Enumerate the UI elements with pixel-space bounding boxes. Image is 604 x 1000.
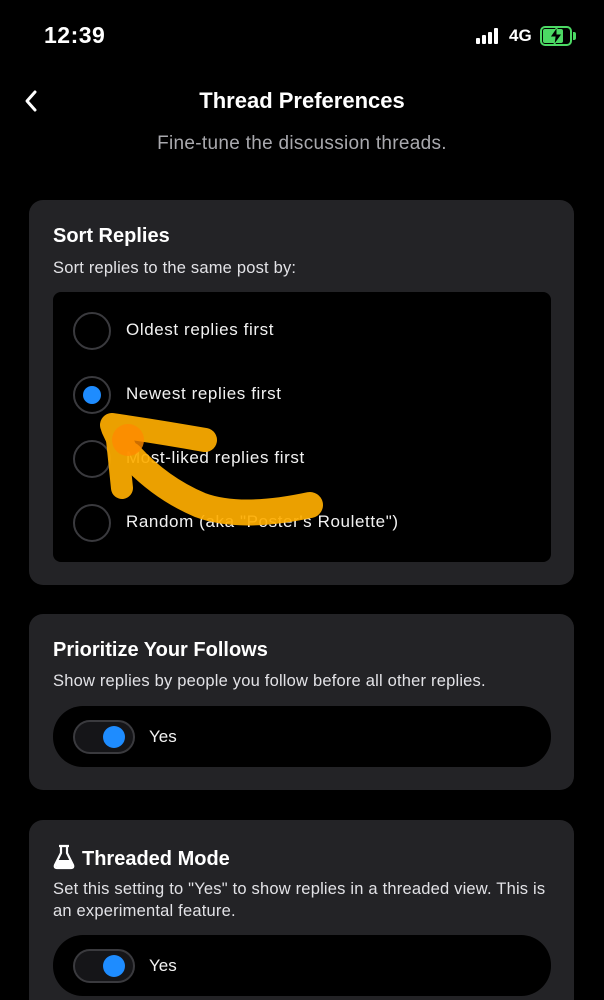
- threaded-mode-toggle[interactable]: [73, 949, 135, 983]
- prioritize-follows-title: Prioritize Your Follows: [53, 639, 268, 661]
- sort-options-list: Oldest replies first Newest replies firs…: [53, 292, 551, 562]
- toggle-label: Yes: [149, 727, 177, 746]
- sort-option-label: Random (aka "Poster's Roulette"): [126, 512, 399, 531]
- prioritize-follows-description: Show replies by people you follow before…: [53, 672, 486, 690]
- sort-option-label: Most-liked replies first: [126, 448, 305, 467]
- battery-charging-icon: [540, 26, 576, 46]
- prioritize-follows-toggle-row[interactable]: Yes: [53, 706, 551, 767]
- page-title: Thread Preferences: [199, 88, 405, 113]
- toggle-label: Yes: [149, 956, 177, 975]
- sort-replies-card: Sort Replies Sort replies to the same po…: [29, 200, 574, 585]
- prioritize-follows-toggle[interactable]: [73, 720, 135, 754]
- sort-option-oldest[interactable]: Oldest replies first: [53, 304, 551, 356]
- sort-option-random[interactable]: Random (aka "Poster's Roulette"): [53, 496, 551, 548]
- threaded-mode-title: Threaded Mode: [82, 848, 230, 870]
- radio-button[interactable]: [73, 440, 111, 478]
- threaded-mode-description: Set this setting to "Yes" to show replie…: [53, 880, 546, 920]
- status-time: 12:39: [44, 22, 106, 48]
- prioritize-follows-card: Prioritize Your Follows Show replies by …: [29, 614, 574, 790]
- threaded-mode-card: Threaded Mode Set this setting to "Yes" …: [29, 820, 574, 1000]
- sort-replies-description: Sort replies to the same post by:: [53, 259, 297, 277]
- flask-icon: [53, 844, 75, 870]
- radio-button[interactable]: [73, 376, 111, 414]
- status-bar: 12:39 4G: [0, 0, 604, 72]
- page-subtitle: Fine-tune the discussion threads.: [157, 133, 447, 154]
- thread-preferences-screen: 12:39 4G Thread Preferences Fine-tune th…: [0, 0, 604, 1000]
- network-type: 4G: [509, 26, 532, 45]
- sort-option-label: Newest replies first: [126, 384, 282, 403]
- radio-button[interactable]: [73, 504, 111, 542]
- cellular-signal-icon: [476, 28, 500, 44]
- threaded-mode-toggle-row[interactable]: Yes: [53, 935, 551, 996]
- sort-option-most-liked[interactable]: Most-liked replies first: [53, 432, 551, 484]
- sort-option-label: Oldest replies first: [126, 320, 275, 339]
- sort-option-newest[interactable]: Newest replies first: [53, 368, 551, 420]
- radio-button[interactable]: [73, 312, 111, 350]
- sort-replies-title: Sort Replies: [53, 225, 170, 247]
